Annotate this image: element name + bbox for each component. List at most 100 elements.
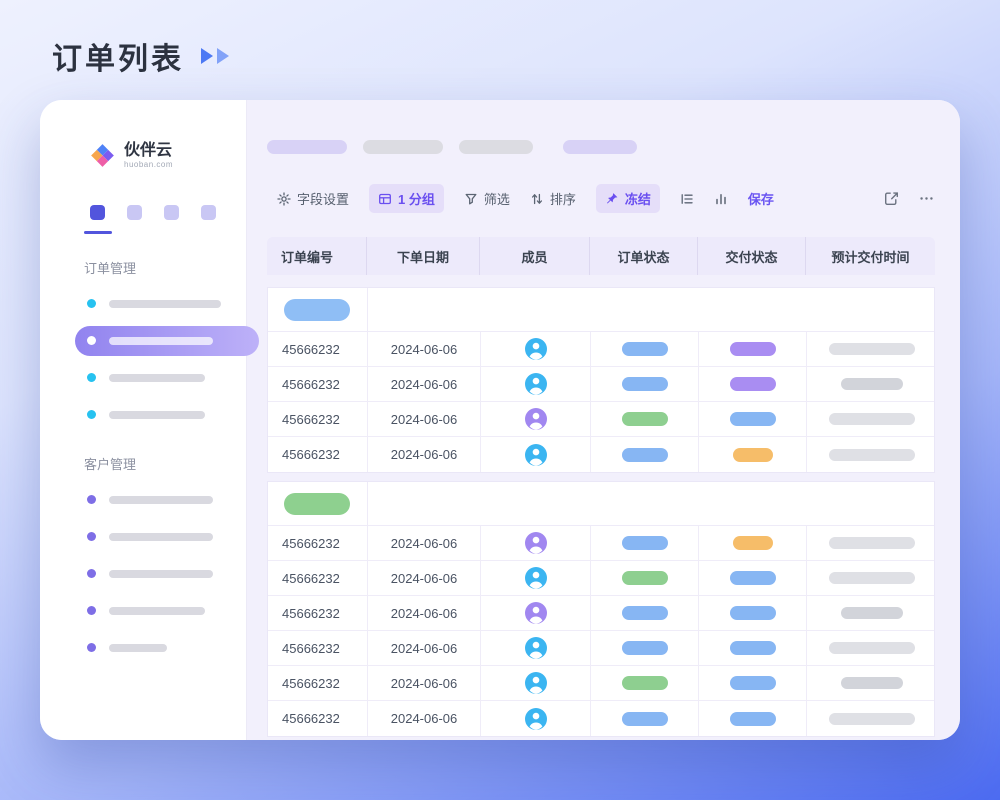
member-cell bbox=[481, 701, 591, 736]
row-height-button[interactable] bbox=[680, 192, 694, 206]
sidebar-tab[interactable] bbox=[90, 205, 105, 220]
sidebar-tab[interactable] bbox=[127, 205, 142, 220]
sidebar-tab[interactable] bbox=[201, 205, 216, 220]
member-avatar bbox=[525, 602, 547, 624]
sidebar-item[interactable] bbox=[40, 485, 246, 515]
table-row[interactable]: 456662322024-06-06 bbox=[268, 666, 934, 701]
order-number-cell: 45666232 bbox=[268, 701, 368, 736]
filter-button[interactable]: 筛选 bbox=[464, 189, 510, 208]
freeze-button[interactable]: 冻结 bbox=[596, 184, 660, 213]
order-status-pill bbox=[622, 712, 668, 726]
group-header-row[interactable] bbox=[268, 482, 934, 526]
group-button[interactable]: 1 分组 bbox=[369, 184, 444, 213]
field-settings-button[interactable]: 字段设置 bbox=[277, 189, 349, 208]
order-status-cell bbox=[591, 631, 699, 665]
member-avatar bbox=[525, 373, 547, 395]
order-date-cell: 2024-06-06 bbox=[368, 332, 481, 366]
logo-icon bbox=[90, 143, 115, 168]
sidebar-tab[interactable] bbox=[164, 205, 179, 220]
toolbar: 字段设置 1 分组 筛选 bbox=[277, 184, 934, 213]
order-status-pill bbox=[622, 571, 668, 585]
member-cell bbox=[481, 367, 591, 401]
table-row[interactable]: 456662322024-06-06 bbox=[268, 701, 934, 736]
table-body: 456662322024-06-06456662322024-06-064566… bbox=[267, 287, 935, 737]
eta-placeholder bbox=[829, 572, 915, 584]
avatar-icon bbox=[525, 672, 547, 694]
order-date-cell: 2024-06-06 bbox=[368, 596, 481, 630]
order-status-pill bbox=[622, 676, 668, 690]
order-number-cell: 45666232 bbox=[268, 631, 368, 665]
column-header[interactable]: 下单日期 bbox=[367, 237, 480, 275]
column-header[interactable]: 订单编号 bbox=[267, 237, 367, 275]
member-cell bbox=[481, 402, 591, 436]
delivery-status-pill bbox=[730, 412, 776, 426]
member-avatar bbox=[525, 637, 547, 659]
sidebar-item[interactable] bbox=[40, 363, 246, 393]
table-row[interactable]: 456662322024-06-06 bbox=[268, 561, 934, 596]
member-avatar bbox=[525, 708, 547, 730]
sidebar-tabs bbox=[90, 205, 246, 234]
nav-item-placeholder bbox=[109, 607, 205, 615]
avatar-icon bbox=[525, 532, 547, 554]
more-button[interactable] bbox=[919, 191, 934, 206]
avatar-icon bbox=[525, 373, 547, 395]
order-number-cell: 45666232 bbox=[268, 437, 368, 472]
order-status-cell bbox=[591, 666, 699, 700]
sidebar-item[interactable] bbox=[40, 400, 246, 430]
column-header[interactable]: 预计交付时间 bbox=[806, 237, 935, 275]
sidebar-nav: 订单管理客户管理 bbox=[40, 258, 246, 663]
member-cell bbox=[481, 437, 591, 472]
avatar-icon bbox=[525, 637, 547, 659]
sidebar-item[interactable] bbox=[40, 522, 246, 552]
filter-label: 筛选 bbox=[484, 189, 510, 208]
table-row[interactable]: 456662322024-06-06 bbox=[268, 332, 934, 367]
order-number-cell: 45666232 bbox=[268, 526, 368, 560]
edit-icon bbox=[884, 191, 899, 206]
sidebar-item[interactable] bbox=[40, 289, 246, 319]
eta-placeholder bbox=[829, 537, 915, 549]
pin-icon bbox=[605, 192, 619, 206]
app-window: 伙伴云 huoban.com 订单管理客户管理 字段设置 bbox=[40, 100, 960, 740]
nav-item-dot bbox=[87, 495, 96, 504]
table-row[interactable]: 456662322024-06-06 bbox=[268, 631, 934, 666]
delivery-status-pill bbox=[730, 342, 776, 356]
sidebar-item[interactable] bbox=[75, 326, 259, 356]
member-cell bbox=[481, 526, 591, 560]
sidebar-item[interactable] bbox=[40, 559, 246, 589]
nav-item-placeholder bbox=[109, 570, 213, 578]
table-row[interactable]: 456662322024-06-06 bbox=[268, 596, 934, 631]
main-content: 字段设置 1 分组 筛选 bbox=[247, 100, 960, 740]
order-date-cell: 2024-06-06 bbox=[368, 701, 481, 736]
column-header[interactable]: 成员 bbox=[480, 237, 590, 275]
order-number-cell: 45666232 bbox=[268, 561, 368, 595]
column-header[interactable]: 交付状态 bbox=[698, 237, 806, 275]
table-row[interactable]: 456662322024-06-06 bbox=[268, 402, 934, 437]
order-status-pill bbox=[622, 412, 668, 426]
edit-button[interactable] bbox=[884, 191, 899, 206]
table-row[interactable]: 456662322024-06-06 bbox=[268, 367, 934, 402]
sidebar-item[interactable] bbox=[40, 633, 246, 663]
nav-item-dot bbox=[87, 373, 96, 382]
nav-item-placeholder bbox=[109, 411, 205, 419]
member-avatar bbox=[525, 567, 547, 589]
delivery-status-pill bbox=[730, 377, 776, 391]
delivery-status-cell bbox=[699, 437, 807, 472]
freeze-label: 冻结 bbox=[625, 189, 651, 208]
member-avatar bbox=[525, 338, 547, 360]
sidebar-item[interactable] bbox=[40, 596, 246, 626]
member-cell bbox=[481, 631, 591, 665]
order-status-cell bbox=[591, 701, 699, 736]
sort-button[interactable]: 排序 bbox=[530, 189, 576, 208]
group-label: 1 分组 bbox=[398, 189, 435, 208]
table-row[interactable]: 456662322024-06-06 bbox=[268, 437, 934, 472]
order-date-cell: 2024-06-06 bbox=[368, 561, 481, 595]
column-header[interactable]: 订单状态 bbox=[590, 237, 698, 275]
title-play-icons bbox=[198, 46, 234, 66]
member-avatar bbox=[525, 444, 547, 466]
chart-view-button[interactable] bbox=[714, 192, 728, 206]
delivery-status-cell bbox=[699, 666, 807, 700]
table-row[interactable]: 456662322024-06-06 bbox=[268, 526, 934, 561]
group-header-row[interactable] bbox=[268, 288, 934, 332]
breadcrumb-skeleton bbox=[267, 140, 960, 154]
save-button[interactable]: 保存 bbox=[748, 189, 774, 208]
